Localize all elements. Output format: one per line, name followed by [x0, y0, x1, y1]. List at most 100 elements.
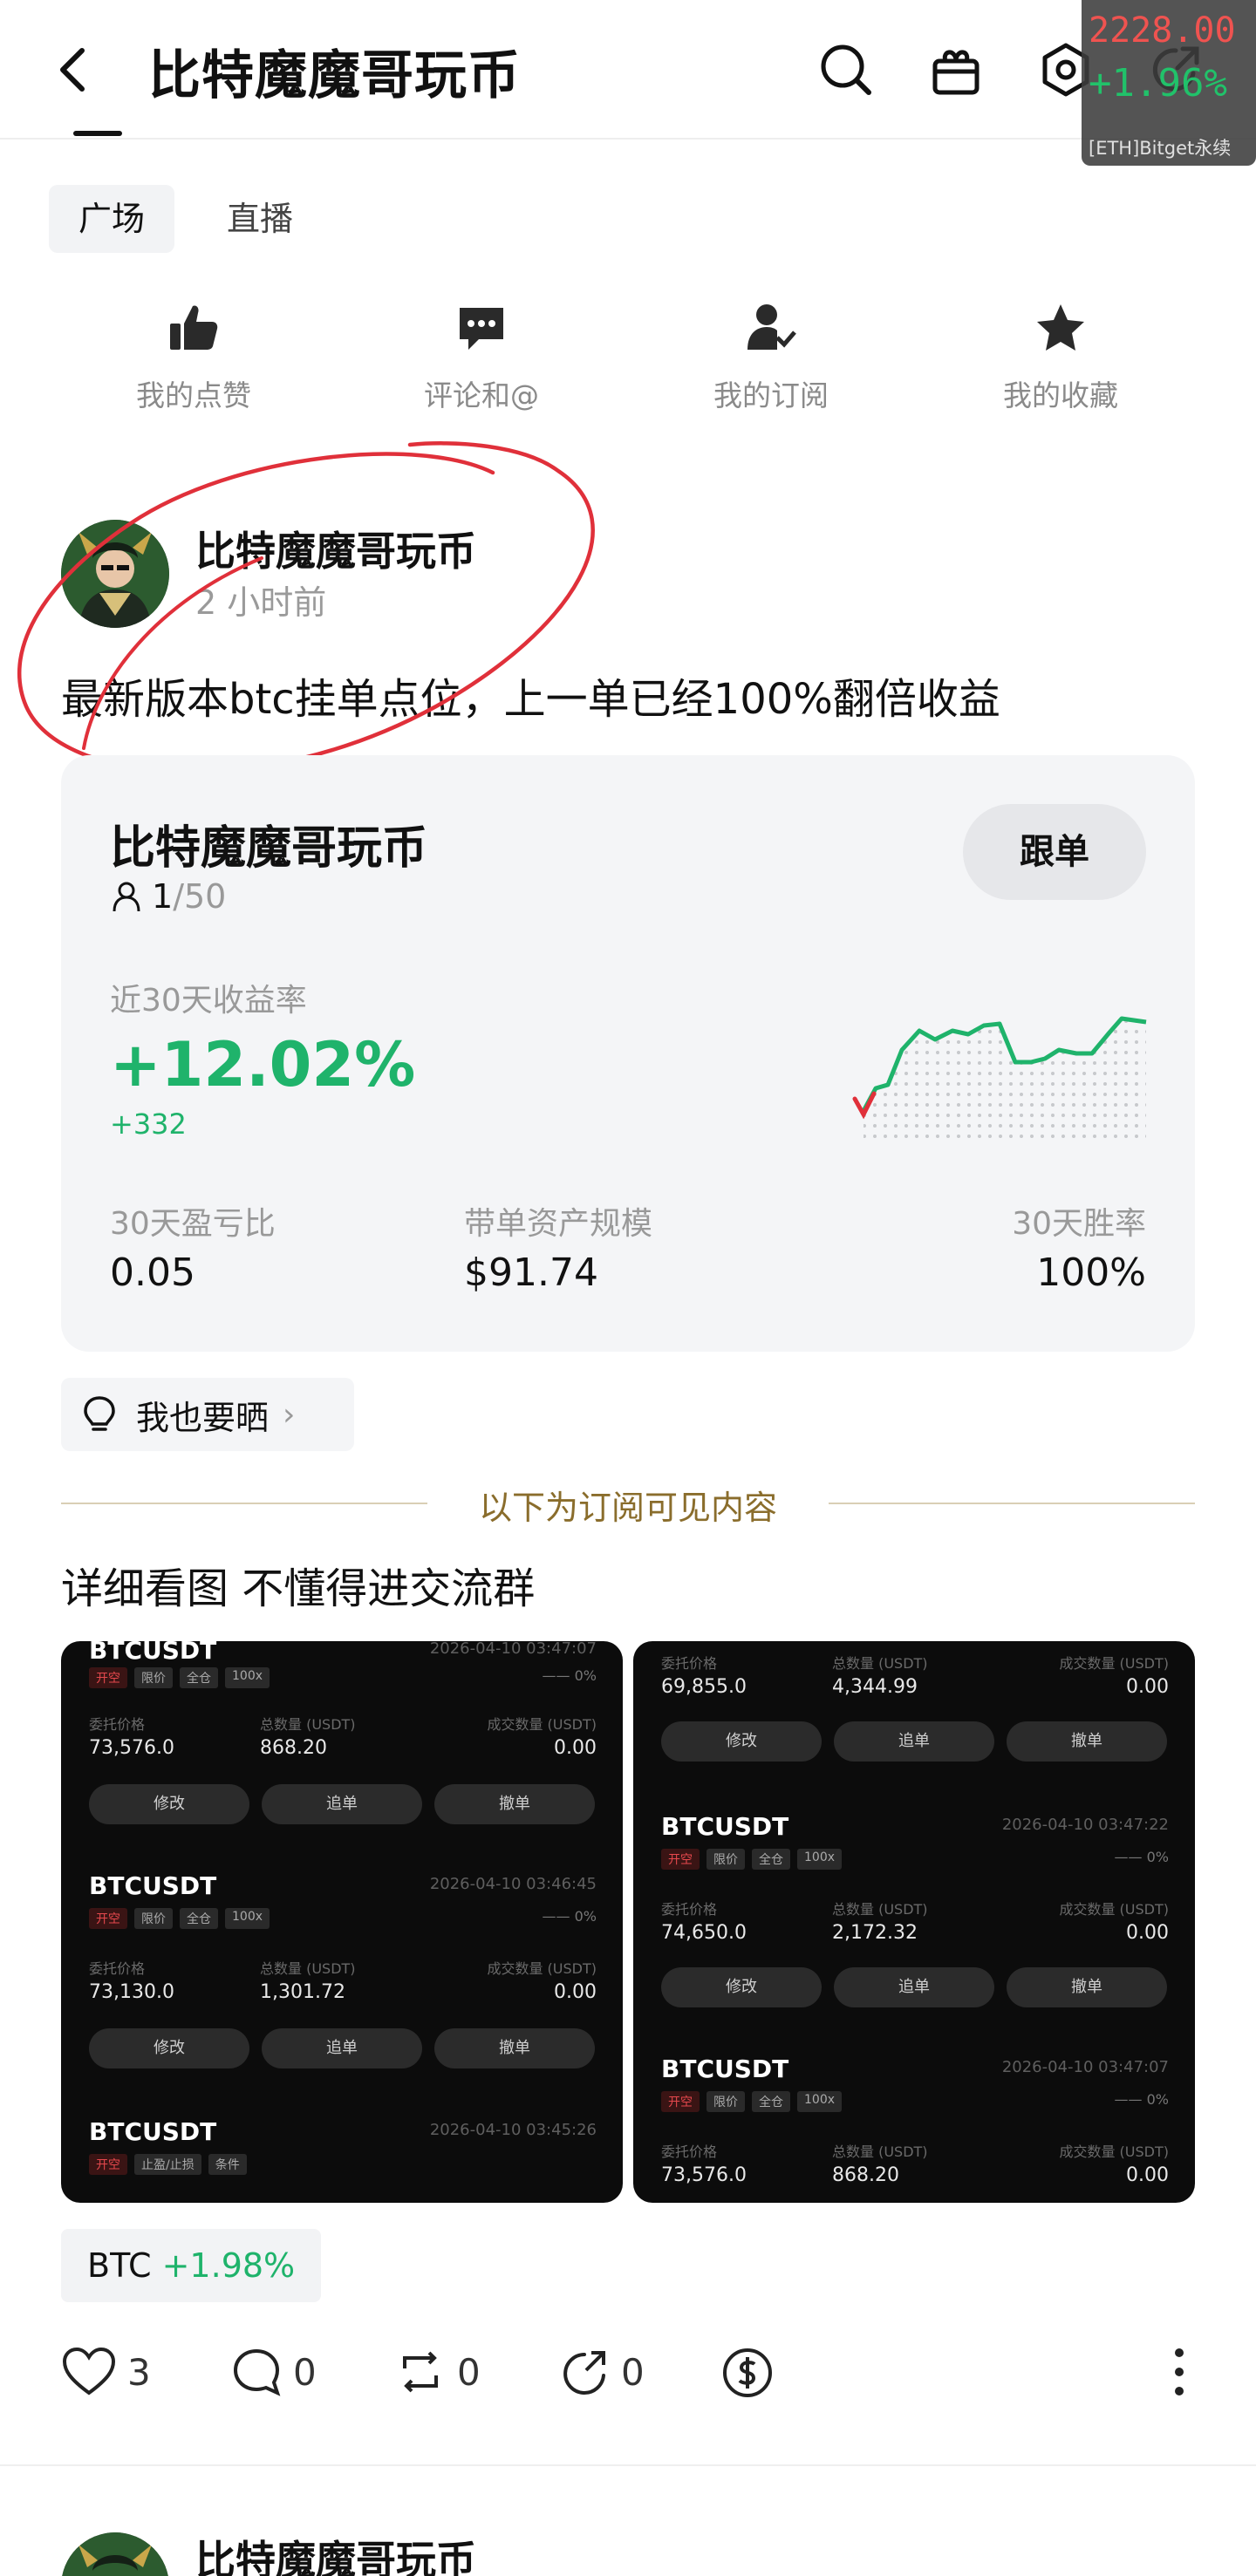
- order-price: 69,855.0: [661, 1676, 747, 1698]
- back-arrow-icon[interactable]: [49, 42, 98, 98]
- tab-live[interactable]: 直播: [197, 185, 323, 253]
- order-modify-button[interactable]: 修改: [89, 2028, 249, 2068]
- ticker-change: +1.96%: [1089, 61, 1227, 106]
- order-screenshot-left[interactable]: BTCUSDT 2026-04-10 03:47:07 开空 限价 全仓 100…: [61, 1641, 623, 2203]
- more-vertical-icon: [1175, 2348, 1184, 2395]
- more-options-button[interactable]: [1169, 2346, 1190, 2402]
- order-time: 2026-04-10 03:47:22: [1001, 1816, 1169, 1834]
- order-time: 2026-04-10 03:45:26: [429, 2121, 597, 2139]
- order-modify-button[interactable]: 修改: [89, 1784, 249, 1824]
- copy-trade-card[interactable]: 比特魔魔哥玩币 1 /50 跟单 近30天收益率 +12.02% +332 30…: [61, 755, 1195, 1352]
- order-tags: 开空 限价 全仓 100x: [89, 1908, 270, 1929]
- order-chase-button[interactable]: 追单: [834, 1721, 994, 1762]
- order-chase-button[interactable]: 追单: [834, 1967, 994, 2007]
- roi-value: +12.02%: [110, 1029, 416, 1101]
- order-filled-label: 成交数量 (USDT): [1059, 1901, 1169, 1918]
- quick-favorites[interactable]: 我的收藏: [973, 301, 1148, 414]
- tip-button[interactable]: [720, 2346, 785, 2400]
- order-tag: 限价: [134, 1908, 173, 1929]
- quick-label: 我的收藏: [1003, 378, 1118, 412]
- ticker-label: [ETH]Bitget永续: [1089, 138, 1232, 159]
- stat-label-aum: 带单资产规模: [464, 1206, 653, 1242]
- repost-button[interactable]: 0: [394, 2346, 481, 2398]
- order-chase-button[interactable]: 追单: [262, 2028, 422, 2068]
- order-tag: 开空: [661, 2091, 700, 2112]
- order-qty: 2,172.32: [832, 1922, 918, 1944]
- page-title: 比特魔魔哥玩币: [148, 45, 521, 106]
- quick-comments[interactable]: 评论和@: [394, 301, 569, 414]
- order-cancel-button[interactable]: 撤单: [434, 1784, 595, 1824]
- tab-square[interactable]: 广场: [49, 185, 175, 253]
- stat-label-pnl-ratio: 30天盈亏比: [110, 1206, 276, 1242]
- order-chase-button[interactable]: 追单: [262, 1784, 422, 1824]
- header-indicator: [73, 131, 122, 136]
- order-filled: 0.00: [1126, 1676, 1169, 1698]
- floating-ticker[interactable]: 2228.00 +1.96% [ETH]Bitget永续: [1082, 0, 1256, 166]
- quick-label: 评论和@: [424, 378, 539, 412]
- dollar-coin-icon: [723, 2348, 772, 2397]
- stat-value-pnl-ratio: 0.05: [110, 1251, 195, 1295]
- order-modify-button[interactable]: 修改: [661, 1721, 822, 1762]
- comment-count: 0: [293, 2350, 317, 2394]
- search-icon[interactable]: [815, 38, 877, 101]
- coin-tag[interactable]: BTC +1.98%: [61, 2229, 322, 2302]
- order-tag: 全仓: [752, 2091, 790, 2112]
- comment-icon: [460, 308, 503, 350]
- share-count: 0: [621, 2350, 645, 2394]
- order-filled-label: 成交数量 (USDT): [1059, 2143, 1169, 2160]
- quick-label: 我的点赞: [136, 378, 251, 412]
- order-qty-label: 总数量 (USDT): [260, 1960, 356, 1977]
- chevron-right-icon: ›: [283, 1396, 296, 1433]
- like-button[interactable]: 3: [61, 2346, 151, 2398]
- order-modify-button[interactable]: 修改: [661, 1967, 822, 2007]
- share-mine-button[interactable]: 我也要晒 ›: [61, 1378, 354, 1451]
- order-qty-label: 总数量 (USDT): [260, 1716, 356, 1733]
- order-qty: 4,344.99: [832, 1676, 918, 1698]
- order-filled: 0.00: [1126, 2164, 1169, 2186]
- order-screenshot-right[interactable]: 委托价格 总数量 (USDT) 成交数量 (USDT) 69,855.0 4,3…: [633, 1641, 1195, 2203]
- order-qty: 1,301.72: [260, 1981, 345, 2003]
- order-tags: 开空 限价 全仓 100x: [661, 2091, 843, 2112]
- order-tag: 限价: [706, 1849, 745, 1870]
- order-qty-label: 总数量 (USDT): [832, 1901, 928, 1918]
- order-cancel-button[interactable]: 撤单: [1007, 1721, 1167, 1762]
- comment-button[interactable]: 0: [230, 2346, 317, 2398]
- order-time: 2026-04-10 03:47:07: [429, 1641, 597, 1658]
- order-filled: 0.00: [554, 1737, 597, 1759]
- stat-label-win-rate: 30天胜率: [1012, 1206, 1146, 1242]
- quick-label: 我的订阅: [713, 378, 829, 412]
- next-post-author-name[interactable]: 比特魔魔哥玩币: [195, 2529, 476, 2576]
- order-filled-label: 成交数量 (USDT): [487, 1960, 597, 1977]
- stat-value-win-rate: 100%: [1036, 1251, 1146, 1295]
- order-progress: —— 0%: [542, 1908, 597, 1925]
- quick-my-likes[interactable]: 我的点赞: [106, 301, 281, 414]
- quick-subscriptions[interactable]: 我的订阅: [684, 301, 858, 414]
- order-symbol: BTCUSDT: [661, 2055, 789, 2083]
- roi-label: 近30天收益率: [110, 983, 307, 1019]
- gift-icon[interactable]: [925, 38, 987, 101]
- copy-trade-button[interactable]: 跟单: [963, 804, 1146, 900]
- order-symbol: BTCUSDT: [89, 1871, 217, 1900]
- roi-sparkline: [852, 1016, 1147, 1139]
- order-tag: 100x: [225, 1667, 270, 1688]
- coin-symbol: BTC: [87, 2246, 152, 2285]
- order-time: 2026-04-10 03:47:07: [1001, 2058, 1169, 2076]
- order-tag: 限价: [706, 2091, 745, 2112]
- order-cancel-button[interactable]: 撤单: [1007, 1967, 1167, 2007]
- order-tag: 止盈/止损: [134, 2154, 201, 2175]
- star-icon: [1037, 304, 1084, 351]
- subscriber-divider-text: 以下为订阅可见内容: [478, 1489, 777, 1527]
- order-price: 73,130.0: [89, 1981, 174, 2003]
- person-icon: [113, 882, 140, 912]
- order-qty: 868.20: [832, 2164, 899, 2186]
- order-filled: 0.00: [1126, 1922, 1169, 1944]
- share-post-button[interactable]: 0: [558, 2346, 645, 2398]
- stat-value-aum: $91.74: [464, 1251, 598, 1295]
- order-progress: —— 0%: [1114, 1849, 1169, 1865]
- order-qty-label: 总数量 (USDT): [832, 1655, 928, 1672]
- top-bar: 比特魔魔哥玩币: [0, 0, 1256, 140]
- order-cancel-button[interactable]: 撤单: [434, 2028, 595, 2068]
- next-author-avatar[interactable]: [61, 2532, 169, 2576]
- order-price: 74,650.0: [661, 1922, 747, 1944]
- order-qty: 868.20: [260, 1737, 327, 1759]
